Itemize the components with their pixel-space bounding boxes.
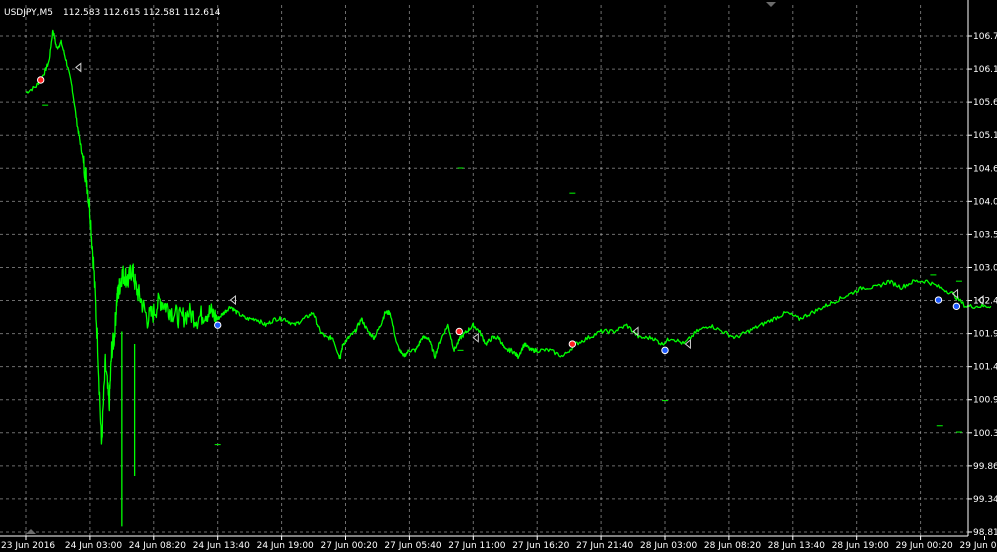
price-chart[interactable]: 106.70 106.18 105.65 105.13 104.60 104.08 103.…	[0, 0, 997, 552]
x-tick-label: 27 Jun 16:20	[512, 541, 569, 551]
x-tick-label: 28 Jun 19:00	[832, 541, 889, 551]
y-tick-label: 99.34	[973, 495, 997, 505]
y-tick-label: 103.03	[973, 263, 997, 273]
x-tick-label: 23 Jun 2016	[1, 541, 55, 551]
buy-arrow-icon[interactable]	[661, 346, 669, 355]
ohlc-label: 112.583 112.615 112.581 112.614	[63, 8, 221, 18]
x-tick-label: 24 Jun 03:00	[65, 541, 122, 551]
y-tick-label: 100.92	[973, 396, 997, 406]
x-tick-label: 24 Jun 08:20	[129, 541, 186, 551]
x-tick-label: 28 Jun 13:40	[768, 541, 825, 551]
y-tick-label: 103.55	[973, 230, 997, 240]
x-tick-label: 28 Jun 08:20	[704, 541, 761, 551]
x-tick-label: 27 Jun 00:20	[321, 541, 378, 551]
x-tick-label: 27 Jun 05:40	[384, 541, 441, 551]
y-tick-label: 101.44	[973, 363, 997, 373]
x-tick-label: 27 Jun 21:40	[576, 541, 633, 551]
x-tick-label: 27 Jun 11:00	[448, 541, 505, 551]
sell-arrow-icon[interactable]	[568, 340, 577, 348]
chart-background	[0, 0, 997, 552]
x-tick-label: 24 Jun 13:40	[193, 541, 250, 551]
sell-arrow-icon[interactable]	[36, 76, 45, 84]
y-tick-label: 101.97	[973, 330, 997, 340]
buy-arrow-icon[interactable]	[214, 321, 222, 329]
symbol-label: USDJPY,M5	[4, 8, 53, 18]
x-tick-label: 24 Jun 19:00	[257, 541, 314, 551]
y-tick-label: 102.49	[973, 297, 997, 307]
y-tick-label: 106.18	[973, 65, 997, 75]
x-tick-label: 29 Jun 05:	[960, 541, 997, 551]
y-tick-label: 104.60	[973, 164, 997, 174]
y-tick-label: 106.70	[973, 32, 997, 42]
buy-arrow-icon[interactable]	[952, 302, 961, 311]
buy-arrow-icon[interactable]	[934, 296, 943, 304]
y-tick-label: 105.13	[973, 131, 997, 141]
x-tick-label: 28 Jun 03:00	[640, 541, 697, 551]
y-tick-label: 100.39	[973, 429, 997, 439]
x-tick-label: 29 Jun 00:20	[896, 541, 953, 551]
y-tick-label: 99.86	[973, 462, 997, 472]
sell-arrow-icon[interactable]	[455, 327, 463, 336]
y-tick-label: 105.65	[973, 98, 997, 108]
y-tick-label: 104.08	[973, 197, 997, 207]
